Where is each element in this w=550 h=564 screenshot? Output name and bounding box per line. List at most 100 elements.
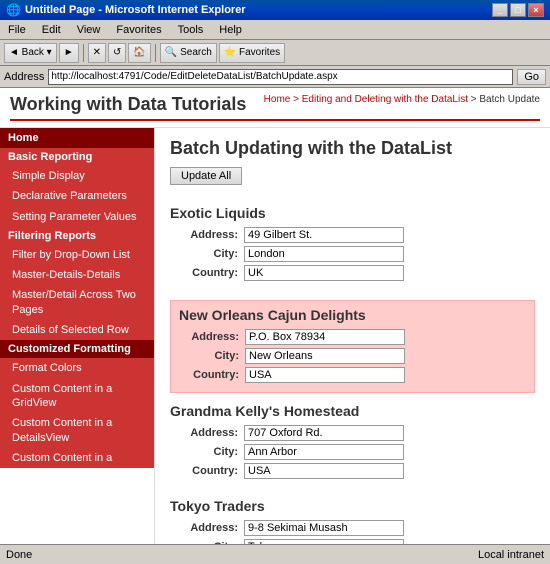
address-input-1[interactable] [245,329,405,345]
country-label-1: Country: [179,369,239,381]
forward-button[interactable]: ► [59,43,79,63]
address-row-2: Address: [178,425,527,441]
page-title: Batch Updating with the DataList [170,138,535,159]
company-block-2: Address: City: Country: [170,425,535,488]
company-name-3: Tokyo Traders [170,498,535,514]
country-row-1: Country: [179,367,526,383]
company-block-3: Address: City: [170,520,535,544]
page-header-top: Working with Data Tutorials Home > Editi… [10,94,540,115]
sidebar-section-filtering-reports: Filtering Reports [0,227,154,245]
breadcrumb-current: Batch Update [479,94,540,105]
toolbar-sep-1 [83,44,84,62]
sidebar-item-declarative-parameters[interactable]: Declarative Parameters [0,186,154,206]
country-label-0: Country: [178,267,238,279]
city-input-0[interactable] [244,246,404,262]
window-title: 🌐 Untitled Page - Microsoft Internet Exp… [6,3,246,17]
breadcrumb-home[interactable]: Home [264,94,291,105]
stop-button[interactable]: ✕ [88,43,106,63]
city-row-0: City: [178,246,527,262]
menu-tools[interactable]: Tools [174,23,208,37]
company-name-1: New Orleans Cajun Delights [179,307,526,323]
city-label-2: City: [178,446,238,458]
home-button[interactable]: 🏠 [128,43,150,63]
minimize-button[interactable]: _ [492,3,508,17]
sidebar-item-custom-content-3[interactable]: Custom Content in a [0,448,154,468]
country-input-2[interactable] [244,463,404,479]
address-label-2: Address: [178,427,238,439]
favorites-button[interactable]: ⭐ Favorites [219,43,285,63]
country-input-1[interactable] [245,367,405,383]
sidebar-item-details-selected-row[interactable]: Details of Selected Row [0,320,154,340]
address-row-0: Address: [178,227,527,243]
refresh-button[interactable]: ↺ [108,43,126,63]
sidebar: Home Basic Reporting Simple Display Decl… [0,128,155,544]
sidebar-section-customized-formatting: Customized Formatting [0,340,154,358]
go-button[interactable]: Go [517,69,546,85]
sidebar-item-filter-dropdown[interactable]: Filter by Drop-Down List [0,245,154,265]
main-layout: Home Basic Reporting Simple Display Decl… [0,128,550,544]
page-header: Working with Data Tutorials Home > Editi… [0,88,550,128]
status-bar: Done Local intranet [0,544,550,564]
breadcrumb-sep-1: > [293,94,302,105]
status-text: Done [6,549,32,561]
sidebar-item-simple-display[interactable]: Simple Display [0,166,154,186]
address-row-3: Address: [178,520,527,536]
address-label-3: Address: [178,522,238,534]
sidebar-item-format-colors[interactable]: Format Colors [0,358,154,378]
breadcrumb-section[interactable]: Editing and Deleting with the DataList [302,94,468,105]
company-block-1: New Orleans Cajun Delights Address: City… [170,300,535,393]
company-name-2: Grandma Kelly's Homestead [170,403,535,419]
site-title: Working with Data Tutorials [10,94,246,115]
update-all-button[interactable]: Update All [170,167,242,185]
header-divider [10,119,540,121]
country-row-2: Country: [178,463,527,479]
sidebar-item-custom-content-gridview[interactable]: Custom Content in a GridView [0,379,154,414]
sidebar-item-setting-parameter-values[interactable]: Setting Parameter Values [0,207,154,227]
city-row-1: City: [179,348,526,364]
browser-content: Working with Data Tutorials Home > Editi… [0,88,550,544]
sidebar-item-master-details[interactable]: Master-Details-Details [0,265,154,285]
maximize-button[interactable]: □ [510,3,526,17]
address-label-1: Address: [179,331,239,343]
address-label: Address [4,71,44,83]
window-title-bar: 🌐 Untitled Page - Microsoft Internet Exp… [0,0,550,20]
country-row-0: Country: [178,265,527,281]
address-input[interactable] [48,69,513,85]
status-zone: Local intranet [478,549,544,561]
window-controls: _ □ × [492,3,544,17]
city-row-3: City: [178,539,527,544]
menu-file[interactable]: File [4,23,30,37]
address-label-0: Address: [178,229,238,241]
toolbar: ◄ Back ▾ ► ✕ ↺ 🏠 🔍 Search ⭐ Favorites [0,40,550,66]
ie-icon: 🌐 [6,3,21,17]
city-input-2[interactable] [244,444,404,460]
menu-favorites[interactable]: Favorites [112,23,165,37]
city-label-1: City: [179,350,239,362]
close-button[interactable]: × [528,3,544,17]
company-block-0: Address: City: Country: [170,227,535,290]
city-label-0: City: [178,248,238,260]
sidebar-item-custom-content-detailsview[interactable]: Custom Content in a DetailsView [0,413,154,448]
city-label-3: City: [178,541,238,544]
sidebar-section-basic-reporting: Basic Reporting [0,148,154,166]
back-button[interactable]: ◄ Back ▾ [4,43,57,63]
menu-bar: File Edit View Favorites Tools Help [0,20,550,40]
sidebar-item-master-detail-across[interactable]: Master/Detail Across Two Pages [0,285,154,320]
address-input-2[interactable] [244,425,404,441]
city-input-3[interactable] [244,539,404,544]
menu-help[interactable]: Help [215,23,246,37]
content-area: Batch Updating with the DataList Update … [155,128,550,544]
country-label-2: Country: [178,465,238,477]
search-button[interactable]: 🔍 Search [160,43,217,63]
address-input-3[interactable] [244,520,404,536]
sidebar-home[interactable]: Home [0,128,154,148]
address-input-0[interactable] [244,227,404,243]
breadcrumb: Home > Editing and Deleting with the Dat… [264,94,540,105]
menu-edit[interactable]: Edit [38,23,65,37]
toolbar-sep-2 [155,44,156,62]
city-input-1[interactable] [245,348,405,364]
menu-view[interactable]: View [73,23,105,37]
address-bar: Address Go [0,66,550,88]
address-row-1: Address: [179,329,526,345]
country-input-0[interactable] [244,265,404,281]
